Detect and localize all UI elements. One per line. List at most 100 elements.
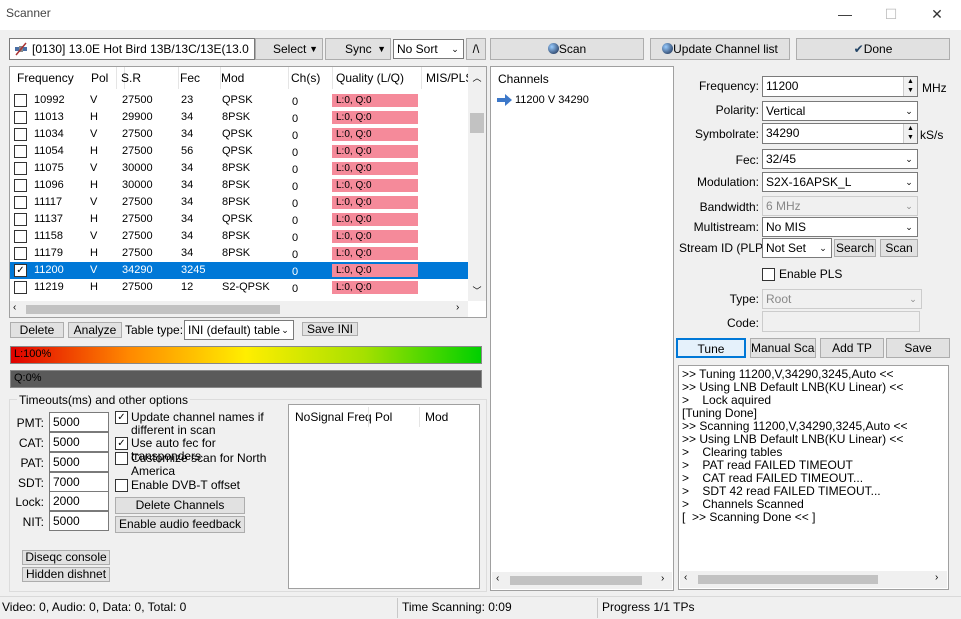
column-header[interactable]: MIS/PLS, — [422, 67, 470, 89]
column-header[interactable]: Mod — [217, 67, 289, 89]
table-row[interactable]: 11179 H 27500 34 8PSK 0 L:0, Q:0 — [10, 245, 468, 262]
delete-channels-button[interactable]: Delete Channels — [115, 497, 245, 514]
diseqc-console-button[interactable]: Diseqc console — [22, 550, 110, 565]
scroll-thumb[interactable] — [470, 113, 484, 133]
scroll-right-icon[interactable]: › — [935, 572, 938, 583]
table-row[interactable]: ✓ 11200 V 34290 3245 0 L:0, Q:0 — [10, 262, 468, 279]
enable-pls-checkbox[interactable]: Enable PLS — [762, 268, 882, 282]
timeout-field[interactable]: 5000 — [49, 432, 109, 452]
transponder-list[interactable]: Frequency Pol S.R Fec Mod Ch(s) Quality … — [9, 66, 487, 318]
scroll-thumb[interactable] — [510, 576, 642, 585]
scroll-thumb[interactable] — [26, 305, 280, 314]
column-header[interactable]: NoSignal Freq — [295, 410, 372, 424]
frequency-spinner[interactable]: ▲ ▼ — [903, 77, 917, 96]
timeout-field[interactable]: 2000 — [49, 491, 109, 511]
table-row[interactable]: 11054 H 27500 56 QPSK 0 L:0, Q:0 — [10, 143, 468, 160]
type-select[interactable]: Root ⌄ — [762, 289, 922, 309]
code-field[interactable] — [762, 311, 920, 332]
update-channel-list-button[interactable]: Update Channel list — [650, 38, 790, 60]
checkbox-box[interactable]: ✓ — [115, 411, 128, 424]
column-header[interactable]: Ch(s) — [287, 67, 333, 89]
table-row[interactable]: 11158 V 27500 34 8PSK 0 L:0, Q:0 — [10, 228, 468, 245]
multistream-select[interactable]: No MIS ⌄ — [762, 217, 918, 237]
save-ini-button[interactable]: Save INI — [302, 322, 358, 336]
horizontal-scrollbar[interactable]: ‹ › — [680, 571, 947, 588]
manual-scan-button[interactable]: Manual Scan — [750, 338, 816, 358]
row-checkbox[interactable] — [14, 230, 27, 243]
channels-panel[interactable]: Channels 11200 V 34290 ‹ › — [490, 66, 674, 591]
column-header[interactable]: Fec — [176, 67, 221, 89]
scroll-right-icon[interactable]: › — [661, 573, 664, 584]
column-header[interactable]: Quality (L/Q) — [332, 67, 422, 89]
row-checkbox[interactable] — [14, 94, 27, 107]
fec-select[interactable]: 32/45 ⌄ — [762, 149, 918, 169]
timeout-field[interactable]: 5000 — [49, 412, 109, 432]
symbolrate-field[interactable]: 34290 ▲ ▼ — [762, 123, 918, 144]
row-checkbox[interactable] — [14, 128, 27, 141]
bandwidth-select[interactable]: 6 MHz ⌄ — [762, 196, 918, 216]
add-tp-button[interactable]: Add TP — [820, 338, 884, 358]
table-row[interactable]: 11219 H 27500 12 S2-QPSK 0 L:0, Q:0 — [10, 279, 468, 296]
analyze-button[interactable]: Analyze — [68, 322, 122, 338]
sync-button[interactable]: Sync ▼ — [325, 38, 391, 60]
close-button[interactable]: ✕ — [914, 0, 960, 30]
table-row[interactable]: 11117 V 27500 34 8PSK 0 L:0, Q:0 — [10, 194, 468, 211]
row-checkbox[interactable] — [14, 145, 27, 158]
modulation-select[interactable]: S2X-16APSK_L ⌄ — [762, 172, 918, 192]
timeout-field[interactable]: 7000 — [49, 472, 109, 492]
row-checkbox[interactable] — [14, 213, 27, 226]
checkbox-box[interactable] — [762, 268, 775, 281]
table-row[interactable]: 11096 H 30000 34 8PSK 0 L:0, Q:0 — [10, 177, 468, 194]
horizontal-scrollbar[interactable]: ‹ › — [492, 572, 672, 589]
satellite-select[interactable]: [0130] 13.0E Hot Bird 13B/13C/13E(13.0 — [9, 38, 255, 60]
column-header[interactable]: S.R — [117, 67, 179, 89]
minimize-button[interactable]: — — [822, 0, 868, 30]
horizontal-scrollbar[interactable]: ‹ › — [10, 301, 468, 317]
scroll-thumb[interactable] — [698, 575, 878, 584]
nosignal-list[interactable]: NoSignal Freq Pol Mod — [288, 404, 480, 589]
scan-button[interactable]: Scan — [490, 38, 644, 60]
row-checkbox[interactable] — [14, 179, 27, 192]
hidden-dishnet-button[interactable]: Hidden dishnet — [22, 567, 110, 582]
spin-down-icon[interactable]: ▼ — [904, 133, 917, 142]
stream-scan-button[interactable]: Scan — [880, 239, 918, 257]
channel-item[interactable]: 11200 V 34290 — [497, 93, 667, 109]
scroll-down-icon[interactable]: ﹀ — [468, 284, 486, 297]
checkbox-box[interactable]: ✓ — [115, 437, 128, 450]
table-row[interactable]: 11034 V 27500 34 QPSK 0 L:0, Q:0 — [10, 126, 468, 143]
polarity-select[interactable]: Vertical ⌄ — [762, 101, 918, 121]
scroll-left-icon[interactable]: ‹ — [684, 572, 687, 583]
timeout-field[interactable]: 5000 — [49, 452, 109, 472]
row-checkbox[interactable]: ✓ — [14, 264, 27, 277]
column-header[interactable]: Pol — [375, 410, 392, 424]
row-checkbox[interactable] — [14, 281, 27, 294]
search-button[interactable]: Search — [834, 239, 876, 257]
log-panel[interactable]: >> Tuning 11200,V,34290,3245,Auto << >> U… — [678, 365, 949, 590]
stream-id-select[interactable]: Not Set ⌄ — [762, 238, 832, 258]
option-checkbox[interactable]: Customize scan for North America — [115, 452, 285, 478]
option-checkbox[interactable]: ✓ Update channel names if different in sc… — [115, 411, 285, 437]
save-button[interactable]: Save — [886, 338, 950, 358]
checkbox-box[interactable] — [115, 452, 128, 465]
tune-button[interactable]: Tune — [676, 338, 746, 358]
frequency-field[interactable]: 11200 ▲ ▼ — [762, 76, 918, 97]
table-row[interactable]: 11075 V 30000 34 8PSK 0 L:0, Q:0 — [10, 160, 468, 177]
checkbox-box[interactable] — [115, 479, 128, 492]
done-button[interactable]: ✔Done — [796, 38, 950, 60]
row-checkbox[interactable] — [14, 196, 27, 209]
sort-select[interactable]: No Sort ⌄ — [393, 39, 464, 59]
table-row[interactable]: 10992 V 27500 23 QPSK 0 L:0, Q:0 — [10, 92, 468, 109]
vertical-scrollbar[interactable]: ︿ ﹀ — [468, 67, 486, 301]
scroll-up-icon[interactable]: ︿ — [468, 71, 486, 84]
symbolrate-spinner[interactable]: ▲ ▼ — [903, 124, 917, 143]
maximize-button[interactable]: ☐ — [868, 0, 914, 30]
column-header[interactable]: Mod — [425, 410, 448, 424]
timeout-field[interactable]: 5000 — [49, 511, 109, 531]
sort-direction-button[interactable]: /\ — [466, 38, 486, 60]
enable-audio-feedback-button[interactable]: Enable audio feedback — [115, 516, 245, 533]
table-row[interactable]: 11137 H 27500 34 QPSK 0 L:0, Q:0 — [10, 211, 468, 228]
table-row[interactable]: 11013 H 29900 34 8PSK 0 L:0, Q:0 — [10, 109, 468, 126]
scroll-left-icon[interactable]: ‹ — [13, 302, 16, 313]
scroll-right-icon[interactable]: › — [456, 302, 459, 313]
spin-up-icon[interactable]: ▲ — [904, 77, 917, 86]
